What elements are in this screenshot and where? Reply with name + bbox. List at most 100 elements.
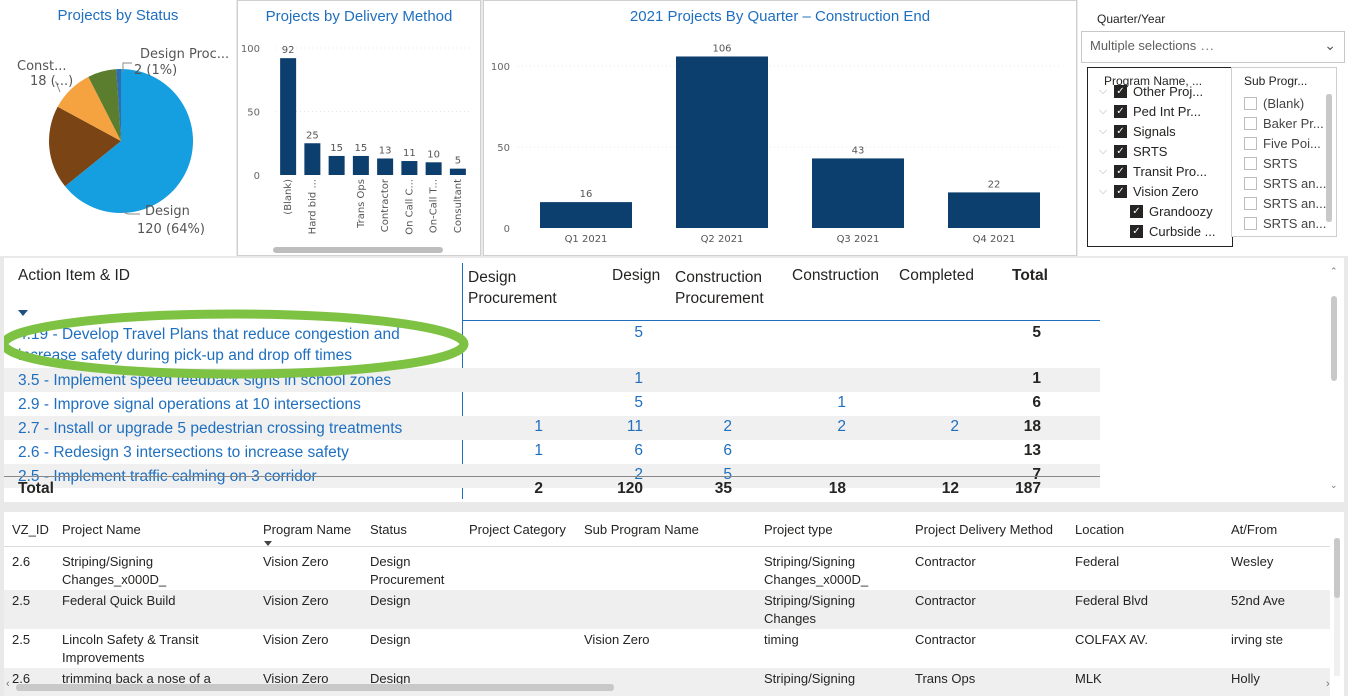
bar-unlabeled[interactable] xyxy=(328,155,345,175)
checkbox[interactable]: ✓ xyxy=(1114,85,1127,98)
bar-hard-bid-[interactable] xyxy=(304,143,321,175)
table-vertical-scrollbar[interactable] xyxy=(1334,538,1340,676)
chevron-right-icon[interactable]: ⌵ xyxy=(1092,125,1114,138)
matrix-cell-d[interactable]: 1 xyxy=(621,370,643,388)
action-item-matrix[interactable]: Action Item & ID Design Procurement Desi… xyxy=(4,258,1344,502)
matrix-cell-t[interactable]: 5 xyxy=(1019,324,1041,342)
table-row[interactable]: 2.5 Federal Quick Build Vision Zero Design S… xyxy=(4,590,1330,629)
matrix-cell-dp[interactable]: 1 xyxy=(521,418,543,436)
matrix-scrollbar[interactable]: ⌃ ⌄ xyxy=(1330,266,1338,491)
table-row[interactable]: 2.6 Striping/Signing Changes_x000D_ Vision … xyxy=(4,551,1330,590)
delivery-method-bar-chart[interactable]: 100 50 0 92 (Blank) 25 Hard bid ... 15 15 Trans O… xyxy=(238,1,480,255)
matrix-header-cons-proc[interactable]: Construction Procurement xyxy=(675,267,764,309)
checkbox[interactable]: ✓ xyxy=(1114,185,1127,198)
matrix-row-label[interactable]: 2.7 - Install or upgrade 5 pedestrian cr… xyxy=(18,418,402,439)
status-pie-chart[interactable]: Design Proc...2 (1%) Const...18 (...) Desi… xyxy=(0,0,236,256)
chevron-left-icon[interactable]: ‹ xyxy=(6,678,10,690)
checkbox[interactable]: ✓ xyxy=(1114,105,1127,118)
program-slicer-item[interactable]: ⌵ ✓ Other Proj... xyxy=(1092,84,1203,99)
program-slicer-item[interactable]: ✓ Curbside ... xyxy=(1108,224,1215,239)
checkbox[interactable] xyxy=(1244,157,1257,170)
projects-by-status-visual[interactable]: Projects by Status Design Proc... 2 (1%) C… xyxy=(0,0,236,256)
matrix-cell-d[interactable]: 6 xyxy=(621,442,643,460)
bar-trans-ops[interactable] xyxy=(352,155,369,175)
program-slicer-item[interactable]: ⌵ ✓ Ped Int Pr... xyxy=(1092,104,1201,119)
matrix-header-completed[interactable]: Completed xyxy=(899,267,974,285)
checkbox[interactable]: ✓ xyxy=(1130,225,1143,238)
matrix-header-design[interactable]: Design xyxy=(612,267,660,285)
program-slicer-item[interactable]: ✓ Grandoozy xyxy=(1108,204,1213,219)
matrix-cell-d[interactable]: 11 xyxy=(621,418,643,436)
sub-slicer-item[interactable]: (Blank) xyxy=(1244,96,1304,111)
chevron-right-icon[interactable]: ⌵ xyxy=(1092,145,1114,158)
program-slicer-item[interactable]: ⌵ ✓ Signals xyxy=(1092,124,1176,139)
table-header-vz-id[interactable]: VZ_ID xyxy=(12,521,49,539)
checkbox[interactable]: ✓ xyxy=(1130,205,1143,218)
matrix-cell-t[interactable]: 18 xyxy=(1019,418,1041,436)
checkbox[interactable] xyxy=(1244,197,1257,210)
sub-slicer-item[interactable]: SRTS xyxy=(1244,156,1297,171)
chevron-right-icon[interactable]: › xyxy=(1326,678,1330,690)
bar-consultant[interactable] xyxy=(449,168,466,175)
table-header-project-delivery-method[interactable]: Project Delivery Method xyxy=(915,521,1053,539)
sub-slicer-item[interactable]: Baker Pr... xyxy=(1244,116,1324,131)
checkbox[interactable]: ✓ xyxy=(1114,125,1127,138)
matrix-cell-c[interactable]: 2 xyxy=(824,418,846,436)
matrix-cell-dp[interactable]: 1 xyxy=(521,442,543,460)
bar-q4-2021[interactable] xyxy=(948,192,1040,228)
sub-slicer-item[interactable]: SRTS an... xyxy=(1244,176,1326,191)
program-slicer-item[interactable]: ⌵ ✓ Vision Zero xyxy=(1092,184,1199,199)
table-header-sub-program-name[interactable]: Sub Program Name xyxy=(584,521,699,539)
matrix-header-construction[interactable]: Construction xyxy=(792,267,879,285)
sub-slicer-item[interactable]: SRTS an... xyxy=(1244,196,1326,211)
matrix-cell-c[interactable]: 1 xyxy=(824,394,846,412)
quarter-year-dropdown[interactable]: Multiple selections ... ⌄ xyxy=(1081,31,1345,63)
quarter-bar-chart[interactable]: 100 50 0 16 Q1 2021 106 Q2 2021 43 Q3 2021 22 Q4 2… xyxy=(484,1,1076,255)
matrix-cell-t[interactable]: 6 xyxy=(1019,394,1041,412)
sub-program-slicer[interactable]: Sub Progr... (Blank) Baker Pr... Five Poi.… xyxy=(1231,67,1337,237)
bar-on-call-c-[interactable] xyxy=(401,161,418,175)
checkbox[interactable] xyxy=(1244,97,1257,110)
bar--blank-[interactable] xyxy=(280,58,297,175)
table-header-status[interactable]: Status xyxy=(370,521,407,539)
table-horizontal-scrollbar[interactable] xyxy=(16,684,614,691)
table-header-project-type[interactable]: Project type xyxy=(764,521,833,539)
bar-q2-2021[interactable] xyxy=(676,56,768,228)
matrix-row-label[interactable]: 2.9 - Improve signal operations at 10 in… xyxy=(18,394,361,415)
table-row[interactable]: 2.5 Lincoln Safety & Transit Improvements V… xyxy=(4,629,1330,668)
checkbox[interactable] xyxy=(1244,177,1257,190)
quarter-chart-visual[interactable]: 2021 Projects By Quarter – Construction … xyxy=(483,0,1077,256)
bar-on-call-t-[interactable] xyxy=(425,162,442,175)
program-name-slicer[interactable]: Program Name, ... ⌵ ✓ Other Proj... ⌵ ✓ Ped I… xyxy=(1087,67,1233,247)
matrix-cell-cp[interactable]: 2 xyxy=(710,418,732,436)
project-table[interactable]: VZ_ID Project Name Program Name Status Proje… xyxy=(4,512,1344,696)
table-header-at-from[interactable]: At/From xyxy=(1231,521,1277,539)
table-header-project-category[interactable]: Project Category xyxy=(469,521,566,539)
matrix-header-action[interactable]: Action Item & ID xyxy=(18,267,130,285)
sub-slicer-item[interactable]: Five Poi... xyxy=(1244,136,1321,151)
program-slicer-item[interactable]: ⌵ ✓ SRTS xyxy=(1092,144,1168,159)
matrix-cell-cp[interactable]: 6 xyxy=(710,442,732,460)
checkbox[interactable]: ✓ xyxy=(1114,145,1127,158)
delivery-method-visual[interactable]: Projects by Delivery Method 100 50 0 92 (Bla… xyxy=(237,0,481,256)
matrix-header-total[interactable]: Total xyxy=(1012,267,1048,285)
checkbox[interactable] xyxy=(1244,117,1257,130)
sub-slicer-scrollbar[interactable] xyxy=(1326,94,1332,222)
chevron-right-icon[interactable]: ⌵ xyxy=(1092,85,1114,98)
bar-q3-2021[interactable] xyxy=(812,158,904,228)
chevron-right-icon[interactable]: ⌵ xyxy=(1092,105,1114,118)
matrix-cell-d[interactable]: 5 xyxy=(621,394,643,412)
matrix-cell-comp[interactable]: 2 xyxy=(937,418,959,436)
chevron-right-icon[interactable]: ⌵ xyxy=(1092,165,1114,178)
program-slicer-item[interactable]: ⌵ ✓ Transit Pro... xyxy=(1092,164,1207,179)
table-row[interactable]: 2.6 trimming back a nose of a Vision Zero D… xyxy=(4,668,1330,696)
matrix-cell-t[interactable]: 1 xyxy=(1019,370,1041,388)
matrix-cell-t[interactable]: 13 xyxy=(1019,442,1041,460)
table-header-program-name[interactable]: Program Name xyxy=(263,521,351,539)
checkbox[interactable] xyxy=(1244,217,1257,230)
bar-contractor[interactable] xyxy=(377,158,394,175)
matrix-cell-d[interactable]: 5 xyxy=(621,324,643,342)
chevron-right-icon[interactable]: ⌵ xyxy=(1092,185,1114,198)
horizontal-scrollbar[interactable] xyxy=(273,247,443,253)
sort-down-icon[interactable] xyxy=(264,541,272,546)
